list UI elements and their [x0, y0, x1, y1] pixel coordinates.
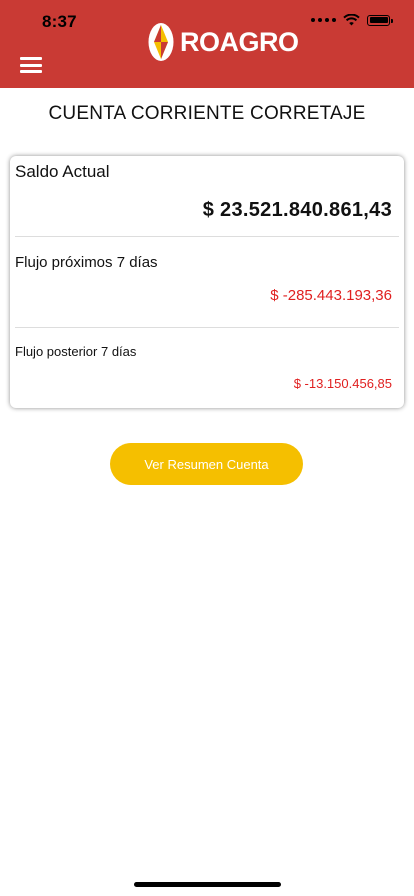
current-balance-amount: $ 23.521.840.861,43 [202, 199, 392, 221]
status-icons [311, 14, 393, 26]
next-7-days-label: Flujo próximos 7 días [15, 254, 158, 271]
view-account-summary-button[interactable]: Ver Resumen Cuenta [110, 443, 303, 485]
wifi-icon [343, 14, 360, 26]
balance-card: Saldo Actual $ 23.521.840.861,43 Flujo p… [10, 156, 404, 408]
home-indicator[interactable] [134, 882, 281, 887]
next-7-days-amount: $ -285.443.193,36 [270, 287, 392, 304]
divider [15, 236, 399, 237]
divider [15, 327, 399, 328]
roagro-logo-icon [148, 23, 174, 61]
battery-icon [367, 14, 393, 26]
current-balance-label: Saldo Actual [15, 162, 110, 181]
status-time: 8:37 [42, 12, 77, 31]
hamburger-menu-icon[interactable] [20, 57, 42, 73]
page-title: CUENTA CORRIENTE CORRETAJE [48, 103, 366, 124]
brand-logo: ROAGRO [146, 19, 299, 65]
brand-name: ROAGRO [180, 26, 299, 57]
after-7-days-label: Flujo posterior 7 días [15, 344, 137, 359]
cellular-signal-icon [311, 18, 336, 22]
app-header: 8:37 ROAGRO [0, 0, 414, 88]
after-7-days-amount: $ -13.150.456,85 [293, 376, 392, 391]
